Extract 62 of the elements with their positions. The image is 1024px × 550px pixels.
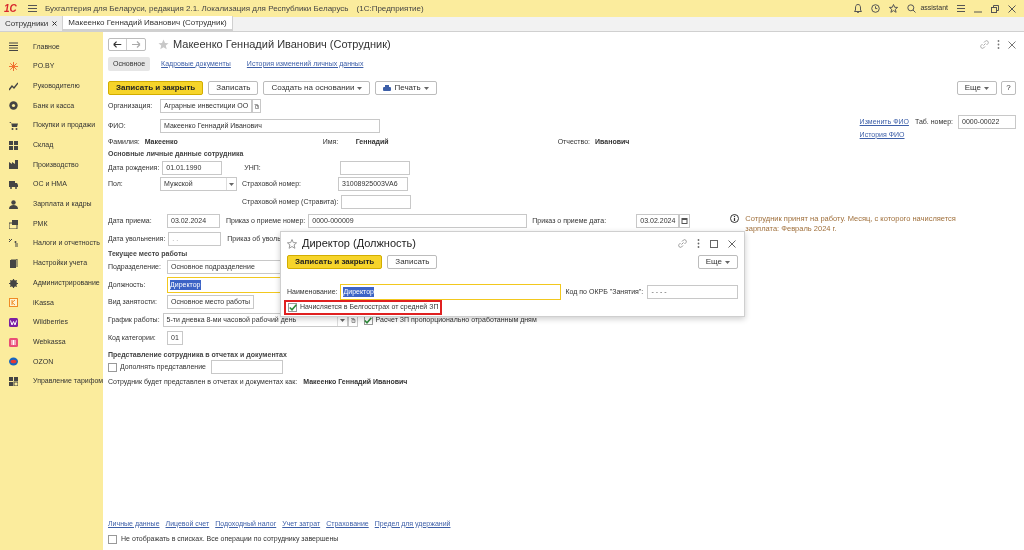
printer-icon [383,84,392,92]
tab[interactable]: Сотрудники [0,16,64,31]
cart-icon [9,121,18,131]
caret-icon [229,182,234,186]
checkbox[interactable] [288,303,297,312]
coin-icon [9,101,18,111]
open-icon[interactable] [252,99,262,113]
tab[interactable]: Макеенко Геннадий Иванович (Сотрудник) [63,16,233,31]
star-icon[interactable] [158,39,169,50]
button[interactable]: Записать [387,255,438,269]
more-icon[interactable] [697,239,700,248]
caret-icon [423,86,429,90]
check-icon [364,316,373,324]
window-title: Бухгалтерия для Беларуси, редакция 2.1. Локализация для Республики Беларусь [45,2,349,15]
truck-icon [9,180,18,190]
input-field[interactable] [211,360,283,374]
button[interactable]: Создать на основании [263,81,371,95]
book-icon [9,258,18,268]
checkbox[interactable] [108,362,117,372]
menu-icon[interactable] [28,5,37,12]
app-name: (1С:Предприятие) [356,2,424,15]
search-icon[interactable] [907,4,917,13]
caret-icon [984,86,989,90]
star-icon[interactable] [287,238,297,249]
letter-icon [9,298,18,308]
dialog-title: Директор (Должность) [302,236,416,252]
button[interactable]: Еще [697,255,738,269]
gear-icon [9,278,18,288]
asterisk-icon [9,62,18,72]
input-field[interactable] [341,195,412,209]
button[interactable]: Еще [956,81,997,95]
factory-icon [9,160,18,170]
button[interactable]: Печать [375,81,437,95]
help-button[interactable]: ? [1001,81,1016,95]
form-title: Макеенко Геннадий Иванович (Сотрудник) [173,37,391,53]
star-icon[interactable] [889,4,899,13]
restore-icon[interactable] [991,4,999,13]
more-icon[interactable] [997,40,1000,49]
close-icon[interactable] [1008,4,1016,13]
menu-icon [9,42,18,52]
button[interactable]: Записать и закрыть [108,81,204,95]
close-icon[interactable] [52,21,58,26]
maximize-icon[interactable] [710,239,718,248]
caret-icon [357,86,363,90]
chart-icon [9,81,18,91]
register-icon [9,219,18,229]
close-icon[interactable] [728,239,736,248]
letter-icon [9,317,18,327]
history-icon[interactable] [871,4,881,13]
caret-icon [725,260,730,264]
info-icon [730,214,740,223]
check-icon [288,304,297,311]
menu-icon[interactable] [957,5,965,12]
checkbox[interactable] [108,534,117,544]
bell-icon[interactable] [854,4,863,13]
calendar-icon[interactable] [679,214,691,228]
logo: 1С [4,2,18,16]
logo-icon [9,357,18,367]
input-field[interactable] [340,161,411,175]
person-icon [9,199,18,209]
button[interactable]: Записать [208,81,259,95]
button[interactable]: Записать и закрыть [287,255,383,269]
